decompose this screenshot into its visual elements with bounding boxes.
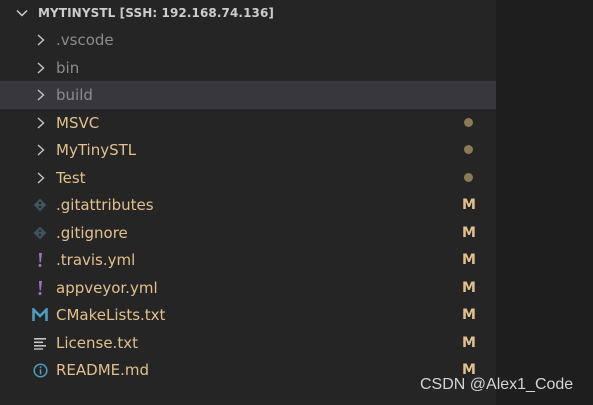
tree-item-label: build — [56, 86, 93, 104]
tree-item-msvc[interactable]: MSVC — [0, 109, 496, 137]
tree-item-label: MyTinySTL — [56, 141, 137, 159]
explorer-panel: MYTINYSTL [SSH: 192.168.74.136] .vscode … — [0, 0, 496, 405]
workspace-title: MYTINYSTL [SSH: 192.168.74.136] — [38, 6, 275, 20]
tree-item-license[interactable]: License.txt M — [0, 329, 496, 357]
tree-item-label: .vscode — [56, 31, 114, 49]
git-status-badge: M — [462, 224, 476, 241]
chevron-right-icon[interactable] — [35, 171, 47, 185]
yaml-icon — [31, 252, 49, 268]
tree-item-label: .gitignore — [56, 223, 128, 242]
chevron-right-icon[interactable] — [35, 88, 47, 102]
chevron-right-icon[interactable] — [35, 116, 47, 130]
git-icon — [31, 225, 49, 241]
tree-item-build[interactable]: build — [0, 81, 496, 109]
info-icon — [31, 362, 49, 378]
tree-item-label: bin — [56, 58, 80, 77]
tree-item-label: .travis.yml — [56, 251, 136, 269]
tree-item-vscode[interactable]: .vscode — [0, 26, 496, 54]
tree-item-bin[interactable]: bin — [0, 54, 496, 82]
tree-item-label: License.txt — [56, 333, 138, 352]
tree-item-test[interactable]: Test — [0, 164, 496, 192]
git-icon — [31, 197, 49, 213]
tree-item-appveyor-yml[interactable]: appveyor.yml M — [0, 274, 496, 302]
git-status-badge: M — [462, 279, 476, 296]
modified-dot-icon — [464, 145, 473, 154]
tree-item-mytinystl[interactable]: MyTinySTL — [0, 136, 496, 164]
tree-item-travis-yml[interactable]: .travis.yml M — [0, 246, 496, 274]
text-file-icon — [31, 335, 49, 351]
tree-item-gitignore[interactable]: .gitignore M — [0, 219, 496, 247]
yaml-icon — [31, 280, 49, 296]
tree-item-cmakelists[interactable]: CMakeLists.txt M — [0, 301, 496, 329]
explorer-header[interactable]: MYTINYSTL [SSH: 192.168.74.136] — [0, 0, 496, 26]
chevron-down-icon[interactable] — [15, 6, 29, 20]
watermark: CSDN @Alex1_Code — [420, 376, 574, 393]
tree-item-label: Test — [56, 168, 86, 187]
cmake-icon — [31, 307, 49, 323]
tree-item-label: CMakeLists.txt — [56, 306, 166, 324]
git-status-badge: M — [462, 252, 476, 268]
tree-item-label: appveyor.yml — [56, 278, 158, 297]
modified-dot-icon — [464, 172, 473, 182]
git-status-badge: M — [462, 197, 476, 213]
chevron-right-icon[interactable] — [35, 61, 47, 75]
tree-item-label: README.md — [56, 361, 150, 379]
git-status-badge: M — [462, 307, 476, 323]
file-tree: .vscode bin build MSVC MyTinySTL Test .g… — [0, 26, 496, 384]
tree-item-label: MSVC — [56, 113, 100, 132]
git-status-badge: M — [462, 334, 476, 351]
chevron-right-icon[interactable] — [35, 143, 47, 157]
chevron-right-icon[interactable] — [35, 33, 47, 47]
tree-item-gitattributes[interactable]: .gitattributes M — [0, 191, 496, 219]
tree-item-label: .gitattributes — [56, 196, 154, 214]
modified-dot-icon — [464, 117, 473, 127]
vscode-window: MYTINYSTL [SSH: 192.168.74.136] .vscode … — [0, 0, 593, 405]
